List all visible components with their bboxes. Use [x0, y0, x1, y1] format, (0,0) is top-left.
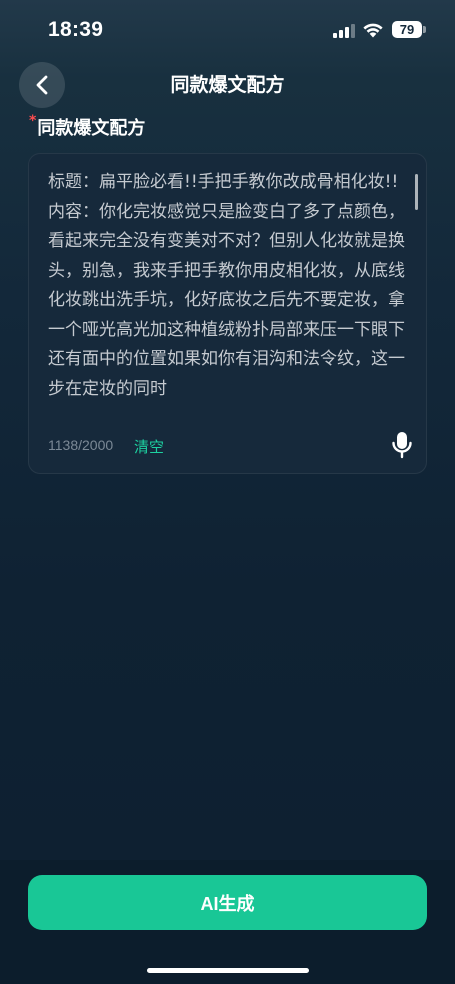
ai-generate-button[interactable]: AI生成 [28, 875, 427, 930]
signal-icon [333, 24, 355, 38]
section-label-text: 同款爆文配方 [37, 118, 146, 139]
battery-icon: 79 [392, 21, 422, 38]
clear-button[interactable]: 清空 [134, 436, 164, 457]
microphone-icon[interactable] [391, 431, 413, 459]
home-indicator[interactable] [147, 968, 309, 973]
status-time: 18:39 [48, 18, 104, 41]
char-count: 1138/2000 [48, 437, 114, 453]
text-input-card[interactable]: 标题：扁平脸必看!!手把手教你改成骨相化妆!! 内容：你化完妆感觉只是脸变白了多… [28, 153, 427, 474]
page-title: 同款爆文配方 [170, 74, 285, 96]
battery-tip [423, 26, 426, 33]
required-mark: * [29, 113, 37, 129]
scrollbar[interactable] [415, 174, 418, 210]
wifi-icon [363, 23, 383, 38]
content-textarea[interactable]: 标题：扁平脸必看!!手把手教你改成骨相化妆!! 内容：你化完妆感觉只是脸变白了多… [48, 168, 414, 418]
status-bar: 18:39 79 [0, 0, 455, 58]
section-label: *同款爆文配方 [29, 113, 146, 140]
